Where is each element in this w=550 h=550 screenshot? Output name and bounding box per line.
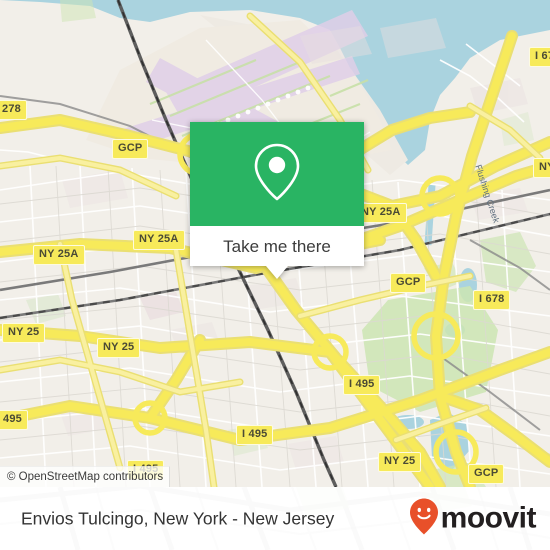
shield-i278: 278 [0,100,27,120]
popup-tail-pointer [266,266,288,279]
shield-ny25-3: NY 25 [378,452,422,472]
map-canvas[interactable]: 278 GCP NY 25A NY 25A NY 25A NY 2 I 67 G… [0,0,550,487]
shield-i678-1: I 67 [529,47,550,67]
shield-i495-3: I 495 [236,425,274,445]
moovit-wordmark: moovit [440,501,537,535]
shield-ny25a-4: NY 2 [533,158,550,178]
place-popup-card[interactable]: Take me there [190,122,364,279]
take-me-there-label: Take me there [223,236,331,256]
map-pin-icon [249,140,305,209]
moovit-place-card: 278 GCP NY 25A NY 25A NY 25A NY 2 I 67 G… [0,0,550,550]
shield-i495-1: 495 [0,410,28,430]
shield-i678-2: I 678 [473,290,511,310]
shield-ny25-1: NY 25 [2,323,46,343]
shield-ny25a-1: NY 25A [133,230,185,250]
footer-bar: Envios Tulcingo, New York - New Jersey m… [0,487,550,550]
place-title: Envios Tulcingo, New York - New Jersey [21,508,335,528]
popup-footer[interactable]: Take me there [190,226,364,279]
shield-gcp-1: GCP [112,139,149,159]
shield-ny25a-2: NY 25A [33,245,85,265]
shield-gcp-3: GCP [468,464,505,484]
shield-i495-2: I 495 [343,375,381,395]
osm-attribution[interactable]: © OpenStreetMap contributors [0,466,171,487]
moovit-brand-logo[interactable]: moovit [409,497,537,540]
moovit-smiley-pin-icon [409,497,439,540]
shield-ny25-2: NY 25 [97,338,141,358]
shield-gcp-2: GCP [390,273,427,293]
popup-header [190,122,364,226]
